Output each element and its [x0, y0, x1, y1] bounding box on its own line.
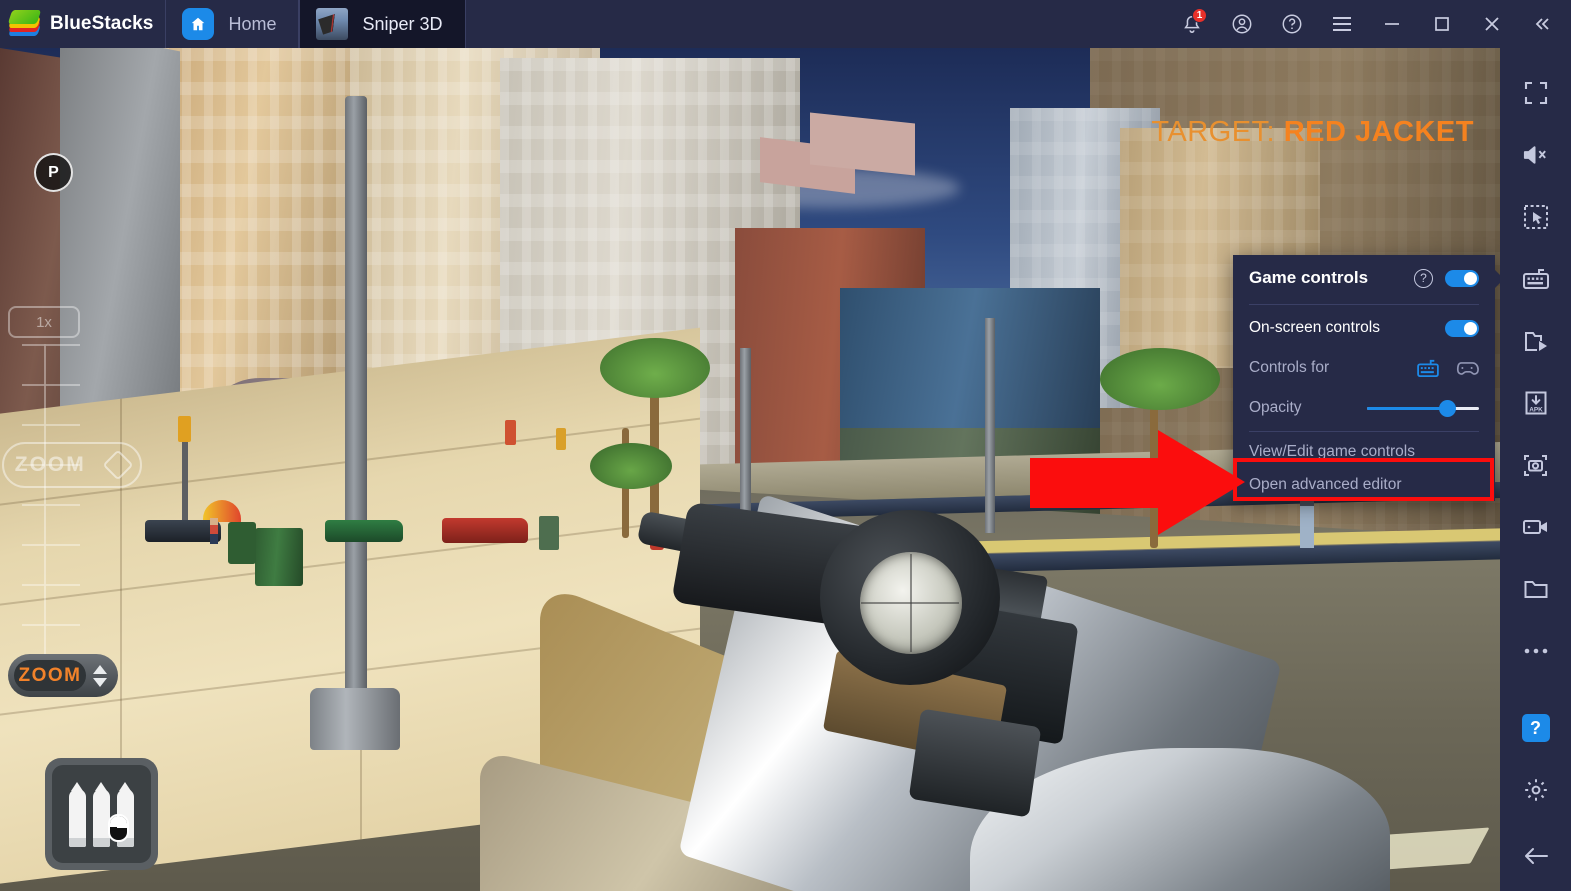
bullet-icon: [69, 782, 86, 847]
trash-bin: [228, 522, 256, 564]
screenshot-icon[interactable]: [1500, 434, 1571, 496]
billboard: [810, 112, 915, 176]
maximize-icon[interactable]: [1417, 0, 1467, 48]
mouse-icon: [108, 814, 129, 842]
menu-item-view-edit-game-controls[interactable]: View/Edit game controls: [1233, 435, 1495, 468]
macro-recorder-icon[interactable]: [1500, 310, 1571, 372]
game-controls-icon[interactable]: [1500, 248, 1571, 310]
account-icon[interactable]: [1217, 0, 1267, 48]
row-label: Opacity: [1249, 399, 1302, 416]
bluestacks-window: TARGET: RED JACKET P 1x ZOOM ZOOM Game c…: [0, 0, 1571, 891]
divider: [1249, 431, 1479, 432]
row-label: On-screen controls: [1249, 319, 1380, 336]
zoom-button[interactable]: ZOOM: [8, 654, 118, 697]
trash-bin: [255, 528, 303, 586]
tab-home[interactable]: Home: [165, 0, 300, 48]
zoom-control-ghost[interactable]: ZOOM: [2, 442, 142, 488]
close-icon[interactable]: [1467, 0, 1517, 48]
zoom-ghost-label: ZOOM: [14, 453, 86, 476]
traffic-light: [178, 416, 191, 442]
car: [325, 520, 403, 542]
row-on-screen-controls[interactable]: On-screen controls: [1233, 308, 1495, 348]
game-controls-master-toggle[interactable]: [1445, 269, 1479, 287]
titlebar-controls: 1: [1167, 0, 1571, 48]
title-bar: BlueStacks Home Sniper 3D 1: [0, 0, 1571, 48]
home-icon: [182, 8, 215, 40]
lamp-post-base: [310, 688, 400, 750]
lamp-post: [345, 96, 367, 736]
gamepad-icon[interactable]: [1455, 360, 1479, 377]
ammo-indicator[interactable]: [45, 758, 158, 870]
annotation-arrow-icon: [1030, 430, 1245, 535]
panel-header: Game controls ?: [1233, 255, 1495, 301]
car: [442, 518, 528, 543]
menu-icon[interactable]: [1317, 0, 1367, 48]
zoom-stepper-icon[interactable]: [90, 663, 109, 689]
help-icon[interactable]: [1267, 0, 1317, 48]
tab-sniper-3d[interactable]: Sniper 3D: [299, 0, 466, 48]
pedestrian: [210, 518, 218, 544]
mute-icon[interactable]: [1500, 124, 1571, 186]
tab-sniper-3d-label: Sniper 3D: [362, 13, 443, 34]
back-arrow-icon[interactable]: [1500, 821, 1571, 891]
panel-title: Game controls: [1249, 268, 1369, 287]
minimize-icon[interactable]: [1367, 0, 1417, 48]
app-thumbnail-icon: [316, 8, 349, 40]
zoom-diamond-icon: [102, 449, 134, 481]
zoom-button-label: ZOOM: [14, 660, 86, 691]
bluestacks-logo-icon: [7, 7, 42, 41]
target-prefix: TARGET:: [1151, 116, 1276, 148]
row-controls-for[interactable]: Controls for: [1233, 348, 1495, 388]
multi-select-cursor-icon[interactable]: [1500, 186, 1571, 248]
zoom-level-label: 1x: [8, 306, 80, 338]
more-options-icon[interactable]: [1500, 620, 1571, 682]
tab-home-label: Home: [228, 13, 277, 34]
zoom-slider-track[interactable]: [22, 344, 80, 674]
svg-text:APK: APK: [1529, 406, 1543, 413]
divider: [1249, 304, 1479, 305]
target-banner: TARGET: RED JACKET: [1151, 116, 1474, 149]
target-name: RED JACKET: [1283, 116, 1474, 148]
rifle-bolt: [908, 708, 1042, 818]
fullscreen-icon[interactable]: [1500, 62, 1571, 124]
traffic-pole: [182, 428, 188, 528]
opacity-slider[interactable]: [1367, 399, 1479, 417]
notification-badge: 1: [1192, 8, 1207, 23]
palm-fronds: [590, 443, 672, 489]
brand-label: BlueStacks: [50, 13, 154, 34]
help-center-icon[interactable]: ?: [1500, 697, 1571, 759]
pause-button[interactable]: P: [34, 153, 73, 192]
help-icon[interactable]: ?: [1414, 268, 1433, 288]
lamp-post: [985, 318, 995, 533]
bullet-icon: [93, 782, 110, 847]
game-controls-panel[interactable]: Game controls ? On-screen controls Contr…: [1233, 255, 1504, 501]
keyboard-icon[interactable]: [1417, 359, 1439, 377]
traffic-light: [505, 420, 516, 445]
menu-item-open-advanced-editor[interactable]: Open advanced editor: [1233, 468, 1495, 501]
sniper-rifle: [480, 493, 1500, 891]
right-sidebar: APK ?: [1500, 48, 1571, 891]
install-apk-icon[interactable]: APK: [1500, 372, 1571, 434]
on-screen-controls-toggle[interactable]: [1445, 319, 1479, 337]
row-label: Controls for: [1249, 359, 1330, 376]
brand: BlueStacks: [0, 0, 165, 48]
record-video-icon[interactable]: [1500, 496, 1571, 558]
row-opacity[interactable]: Opacity: [1233, 388, 1495, 428]
collapse-sidebar-icon[interactable]: [1517, 0, 1567, 48]
palm-fronds: [1100, 348, 1220, 410]
settings-gear-icon[interactable]: [1500, 759, 1571, 821]
notifications-icon[interactable]: 1: [1167, 0, 1217, 48]
scope-reticle: [861, 602, 959, 604]
palm-fronds: [600, 338, 710, 398]
zoom-level-indicator[interactable]: 1x: [8, 306, 80, 338]
traffic-light: [556, 428, 566, 450]
help-badge: ?: [1521, 714, 1550, 742]
media-manager-icon[interactable]: [1500, 558, 1571, 620]
